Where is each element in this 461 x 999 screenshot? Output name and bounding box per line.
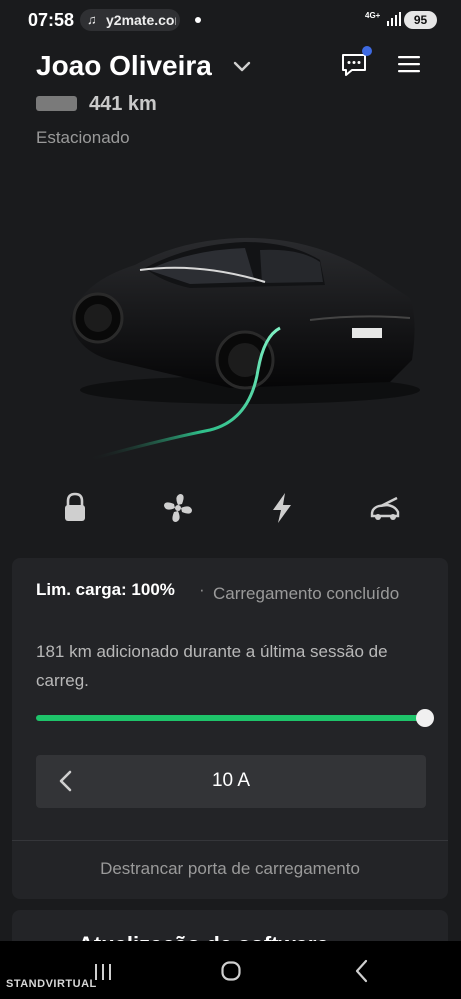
car-status: Estacionado xyxy=(36,128,130,147)
charge-limit[interactable]: Lim. carga: 100% xyxy=(36,580,175,600)
message-icon[interactable] xyxy=(340,52,368,78)
divider xyxy=(12,840,448,841)
car-image[interactable] xyxy=(40,210,440,470)
menu-icon[interactable] xyxy=(397,54,421,74)
watermark-logo: STANDVIRTUAL xyxy=(6,978,97,990)
separator-dot: · xyxy=(199,580,205,599)
back-icon[interactable] xyxy=(354,959,370,983)
network-type: 4G+ xyxy=(365,11,381,20)
status-bar: 07:58 ♫ y2mate.com 4G+ 95 xyxy=(0,0,461,40)
car-name[interactable]: Joao Oliveira xyxy=(36,50,212,82)
frunk-icon[interactable] xyxy=(367,490,403,526)
signal-icon xyxy=(387,12,401,26)
notification-dot xyxy=(195,17,201,23)
charging-current-stepper: 10 A xyxy=(36,755,426,808)
message-badge xyxy=(362,46,372,56)
charging-card: Carregamento concluído Lim. carga: 100% … xyxy=(12,558,448,899)
home-icon[interactable] xyxy=(221,961,241,981)
url-text: y2mate.com xyxy=(106,12,176,28)
battery-level-bar xyxy=(36,96,77,111)
bolt-icon[interactable] xyxy=(264,490,300,526)
lock-icon[interactable] xyxy=(57,490,93,526)
system-nav-bar xyxy=(0,941,461,999)
fan-icon[interactable] xyxy=(160,490,196,526)
media-url-pill[interactable]: ♫ y2mate.com xyxy=(80,9,180,31)
charge-added-text: 181 km adicionado durante a última sessã… xyxy=(36,642,388,690)
charge-limit-slider[interactable] xyxy=(36,715,425,721)
slider-thumb[interactable] xyxy=(416,709,434,727)
battery-indicator: 95 xyxy=(404,11,437,29)
unlock-charge-port-button[interactable]: Destrancar porta de carregamento xyxy=(12,859,448,879)
chevron-down-icon[interactable] xyxy=(233,58,251,76)
music-note-icon: ♫ xyxy=(87,12,97,27)
range-text: 441 km xyxy=(89,93,157,115)
charging-current-value: 10 A xyxy=(211,770,251,791)
clock: 07:58 xyxy=(28,10,75,30)
